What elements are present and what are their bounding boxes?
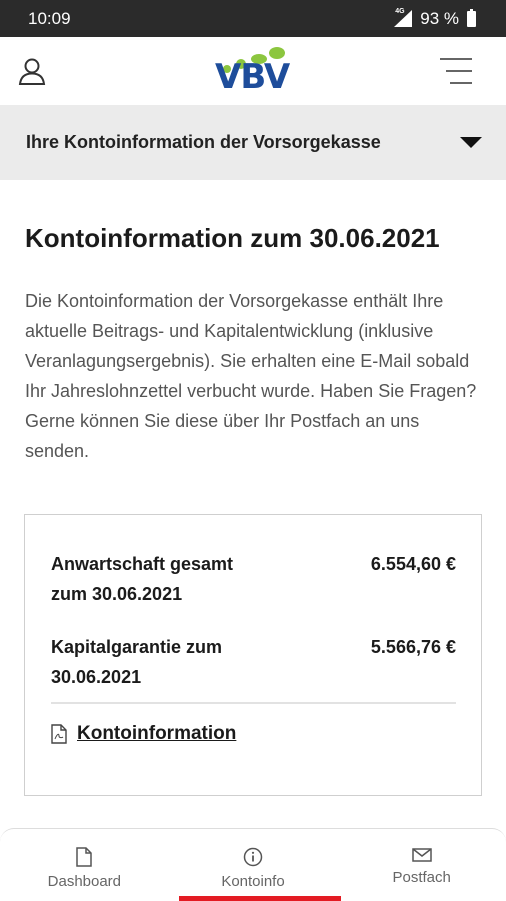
network-type: 4G — [395, 8, 405, 15]
vbv-logo[interactable]: VBV — [215, 45, 295, 97]
nav-postfach[interactable]: Postfach — [337, 829, 506, 901]
app-header: VBV — [0, 37, 506, 105]
user-profile-icon[interactable] — [18, 57, 46, 85]
nav-label: Postfach — [392, 869, 451, 886]
logo-text: VBV — [215, 57, 290, 97]
summary-row-anwartschaft: Anwartschaft gesamt zum 30.06.2021 6.554… — [51, 549, 456, 609]
nav-label: Dashboard — [47, 873, 122, 890]
bottom-navigation: Dashboard Kontoinfo Postfach — [0, 828, 506, 901]
nav-kontoinfo[interactable]: Kontoinfo — [169, 829, 342, 901]
status-indicators: 4G 93 % — [392, 8, 476, 29]
envelope-icon — [411, 848, 432, 862]
active-indicator — [178, 896, 342, 901]
pdf-file-icon — [51, 724, 67, 744]
row-value: 5.566,76 € — [370, 637, 456, 657]
status-bar: 10:09 4G 93 % — [0, 0, 506, 37]
divider — [51, 702, 456, 704]
caret-down-icon — [460, 137, 482, 148]
row-value: 6.554,60 € — [370, 554, 456, 574]
hamburger-menu-icon[interactable] — [440, 58, 472, 84]
status-time: 10:09 — [28, 8, 71, 28]
battery-icon — [467, 8, 476, 27]
signal-icon: 4G — [392, 8, 413, 27]
nav-label: Kontoinfo — [221, 873, 285, 890]
kontoinformation-pdf-link[interactable]: Kontoinformation — [51, 723, 236, 745]
account-selector[interactable]: Ihre Kontoinformation der Vorsorgekasse — [0, 105, 506, 180]
page-title: Kontoinformation zum 30.06.2021 — [25, 223, 440, 253]
intro-text: Die Kontoinformation der Vorsorgekasse e… — [25, 291, 477, 461]
battery-percent: 93 % — [420, 8, 459, 28]
row-label: Kapitalgarantie zum 30.06.2021 — [51, 637, 223, 687]
summary-row-kapitalgarantie: Kapitalgarantie zum 30.06.2021 5.566,76 … — [51, 632, 456, 692]
row-label: Anwartschaft gesamt zum 30.06.2021 — [51, 554, 234, 604]
nav-dashboard[interactable]: Dashboard — [0, 829, 169, 901]
selector-label: Ihre Kontoinformation der Vorsorgekasse — [26, 132, 381, 152]
info-icon — [243, 847, 263, 867]
link-label: Kontoinformation — [77, 723, 237, 744]
account-summary-card: Anwartschaft gesamt zum 30.06.2021 6.554… — [24, 514, 482, 796]
document-icon — [76, 847, 93, 867]
